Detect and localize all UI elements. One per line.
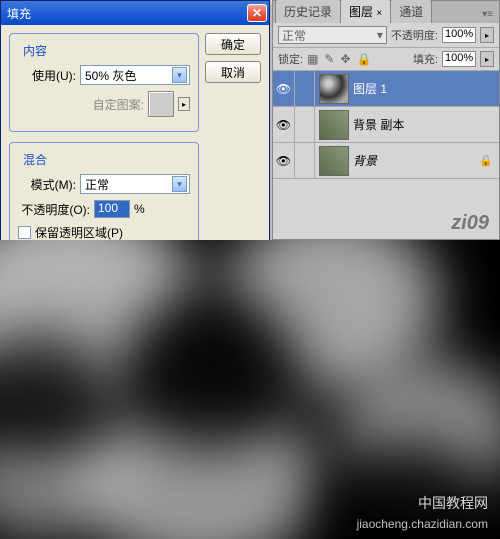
canvas-watermark-1: 中国教程网 bbox=[418, 493, 488, 513]
fill-input[interactable]: 100% bbox=[442, 51, 476, 67]
use-value: 50% 灰色 bbox=[85, 67, 136, 84]
blend-mode-select[interactable]: 正常 ▾ bbox=[278, 26, 387, 44]
layer-row[interactable]: 👁 背景 🔒 bbox=[273, 143, 499, 179]
lock-icon: 🔒 bbox=[479, 154, 493, 167]
link-column[interactable] bbox=[295, 71, 315, 106]
pattern-label: 自定图案: bbox=[86, 96, 144, 113]
mode-value: 正常 bbox=[85, 176, 109, 193]
eye-icon: 👁 bbox=[276, 82, 291, 96]
lock-transparency-icon[interactable]: ▦ bbox=[307, 52, 318, 66]
panel-opacity-label: 不透明度: bbox=[391, 27, 438, 43]
canvas-watermark-2: jiaocheng.chazidian.com bbox=[357, 517, 488, 531]
lock-options-row: 锁定: ▦ ✎ ✥ 🔒 填充: 100% ▸ bbox=[273, 48, 499, 71]
layer-name[interactable]: 图层 1 bbox=[353, 80, 499, 97]
layer-thumbnail[interactable] bbox=[319, 74, 349, 104]
use-select[interactable]: 50% 灰色 ▾ bbox=[80, 65, 190, 85]
preserve-label: 保留透明区域(P) bbox=[35, 224, 123, 241]
link-column[interactable] bbox=[295, 107, 315, 142]
layer-thumbnail[interactable] bbox=[319, 146, 349, 176]
canvas-preview: 中国教程网 jiaocheng.chazidian.com bbox=[0, 240, 500, 539]
tab-history[interactable]: 历史记录 bbox=[275, 0, 341, 23]
link-column[interactable] bbox=[295, 143, 315, 178]
close-icon: ✕ bbox=[252, 6, 262, 20]
blend-options-row: 正常 ▾ 不透明度: 100% ▸ bbox=[273, 23, 499, 48]
opacity-input[interactable]: 100 bbox=[94, 200, 130, 218]
use-label: 使用(U): bbox=[18, 67, 76, 84]
blend-group-title: 混合 bbox=[20, 151, 50, 168]
eye-icon: 👁 bbox=[276, 118, 291, 132]
chevron-down-icon: ▾ bbox=[172, 176, 187, 192]
pattern-arrow-icon: ▸ bbox=[178, 97, 190, 111]
dialog-titlebar[interactable]: 填充 ✕ bbox=[1, 1, 269, 25]
mode-label: 模式(M): bbox=[18, 176, 76, 193]
tab-channels[interactable]: 通道 bbox=[390, 0, 432, 23]
mode-row: 模式(M): 正常 ▾ bbox=[18, 174, 190, 194]
dialog-buttons: 确定 取消 bbox=[205, 33, 261, 260]
tab-close-icon: × bbox=[376, 8, 382, 19]
layer-thumbnail[interactable] bbox=[319, 110, 349, 140]
pattern-row: 自定图案: ▸ bbox=[18, 91, 190, 117]
opacity-arrow-icon[interactable]: ▸ bbox=[480, 27, 494, 43]
opacity-label: 不透明度(O): bbox=[18, 201, 90, 218]
layer-name[interactable]: 背景 bbox=[353, 152, 479, 169]
fill-label: 填充: bbox=[413, 51, 438, 67]
content-group: 内容 使用(U): 50% 灰色 ▾ 自定图案: ▸ bbox=[9, 33, 199, 132]
preserve-row: 保留透明区域(P) bbox=[18, 224, 190, 241]
fill-dialog: 填充 ✕ 内容 使用(U): 50% 灰色 ▾ 自定图案: ▸ bbox=[0, 0, 270, 269]
eye-icon: 👁 bbox=[276, 154, 291, 168]
panel-opacity-input[interactable]: 100% bbox=[442, 27, 476, 43]
visibility-toggle[interactable]: 👁 bbox=[273, 71, 295, 106]
preserve-checkbox[interactable] bbox=[18, 226, 31, 239]
layer-name[interactable]: 背景 副本 bbox=[353, 116, 499, 133]
close-button[interactable]: ✕ bbox=[247, 4, 267, 22]
content-group-title: 内容 bbox=[20, 42, 50, 59]
watermark-text: zi09 bbox=[451, 212, 489, 235]
visibility-toggle[interactable]: 👁 bbox=[273, 143, 295, 178]
mode-select[interactable]: 正常 ▾ bbox=[80, 174, 190, 194]
lock-all-icon[interactable]: 🔒 bbox=[357, 52, 372, 66]
panel-tabs: 历史记录 图层 × 通道 ▾≡ bbox=[273, 1, 499, 23]
chevron-down-icon: ▾ bbox=[377, 28, 383, 42]
layer-row[interactable]: 👁 背景 副本 bbox=[273, 107, 499, 143]
layers-panel: 历史记录 图层 × 通道 ▾≡ 正常 ▾ 不透明度: 100% ▸ 锁定: ▦ … bbox=[272, 0, 500, 240]
ok-button[interactable]: 确定 bbox=[205, 33, 261, 55]
opacity-unit: % bbox=[134, 202, 145, 216]
blend-group: 混合 模式(M): 正常 ▾ 不透明度(O): 100 % 保留透明区域(P) bbox=[9, 142, 199, 250]
opacity-row: 不透明度(O): 100 % bbox=[18, 200, 190, 218]
visibility-toggle[interactable]: 👁 bbox=[273, 107, 295, 142]
lock-icons: ▦ ✎ ✥ 🔒 bbox=[307, 52, 371, 66]
use-row: 使用(U): 50% 灰色 ▾ bbox=[18, 65, 190, 85]
dialog-body: 内容 使用(U): 50% 灰色 ▾ 自定图案: ▸ 混合 模式(M): bbox=[1, 25, 269, 268]
fill-arrow-icon[interactable]: ▸ bbox=[480, 51, 494, 67]
cloud-shape bbox=[120, 290, 300, 450]
blend-mode-value: 正常 bbox=[282, 27, 306, 44]
panel-menu-icon[interactable]: ▾≡ bbox=[476, 6, 499, 23]
lock-paint-icon[interactable]: ✎ bbox=[324, 52, 334, 66]
chevron-down-icon: ▾ bbox=[172, 67, 187, 83]
lock-label: 锁定: bbox=[278, 51, 303, 67]
dialog-title: 填充 bbox=[7, 5, 31, 22]
cancel-button[interactable]: 取消 bbox=[205, 61, 261, 83]
pattern-swatch bbox=[148, 91, 174, 117]
dialog-left-column: 内容 使用(U): 50% 灰色 ▾ 自定图案: ▸ 混合 模式(M): bbox=[9, 33, 199, 260]
layer-row[interactable]: 👁 图层 1 bbox=[273, 71, 499, 107]
tab-layers[interactable]: 图层 × bbox=[340, 0, 391, 23]
lock-position-icon[interactable]: ✥ bbox=[340, 52, 350, 66]
